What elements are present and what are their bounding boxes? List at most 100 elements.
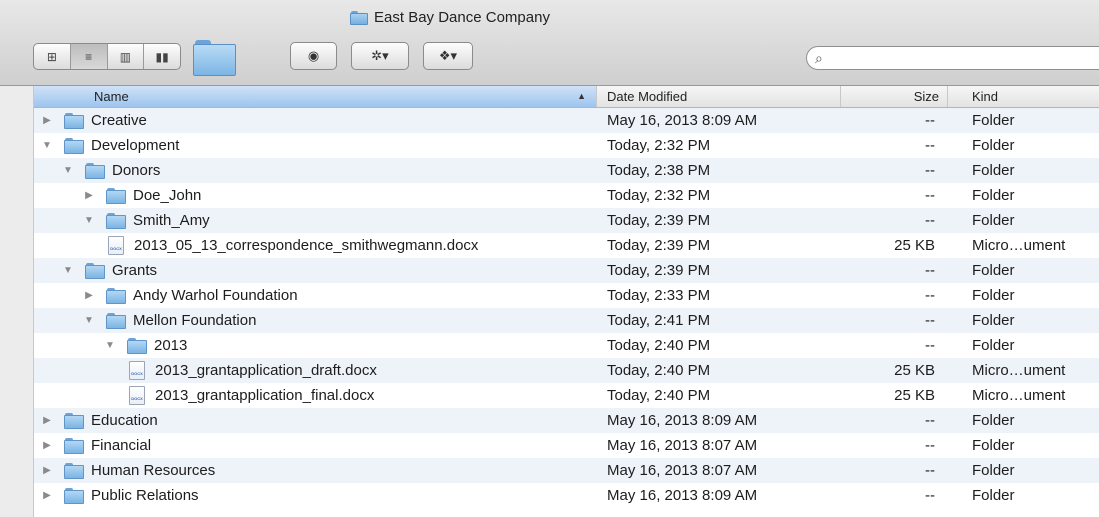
kind-cell: Folder [972,137,1015,154]
folder-icon [106,213,126,229]
size-cell: -- [925,262,935,279]
folder-row[interactable]: ▼ Mellon Foundation Today, 2:41 PM -- Folder [34,308,1099,333]
search-input[interactable] [833,49,1097,69]
file-list: ▶ Creative May 16, 2013 8:09 AM -- Folder ▼ De… [34,108,1099,508]
item-name: Doe_John [133,187,202,204]
disclosure-closed-icon[interactable]: ▶ [41,108,53,133]
search-icon: ⌕ [815,50,823,66]
date-modified-cell: May 16, 2013 8:09 AM [607,412,758,429]
name-cell: ▶ Doe_John [34,183,596,208]
item-name: Education [91,412,158,429]
search-field[interactable]: ⌕ [806,46,1099,70]
kind-cell: Micro…ument [972,387,1066,404]
kind-cell: Folder [972,337,1015,354]
folder-icon [106,313,126,329]
action-menu-button[interactable]: ✲▾ [351,42,409,70]
coverflow-view-button[interactable]: ▮▮ [144,44,180,69]
kind-cell: Folder [972,262,1015,279]
item-name: 2013_grantapplication_final.docx [155,387,375,404]
current-folder-icon[interactable] [193,40,236,76]
size-cell: -- [925,112,935,129]
folder-icon [106,288,126,304]
name-cell: ▶ Creative [34,108,596,133]
grid-icon: ⊞ [46,49,57,64]
name-cell: DOCX 2013_grantapplication_final.docx [34,383,596,408]
sort-ascending-icon: ▲ [577,91,586,101]
folder-icon [85,163,105,179]
disclosure-open-icon[interactable]: ▼ [83,208,95,233]
disclosure-open-icon[interactable]: ▼ [104,333,116,358]
quick-look-button[interactable]: ◉ [290,42,337,70]
date-modified-cell: Today, 2:40 PM [607,362,711,379]
docx-file-icon: DOCX [108,236,124,255]
folder-row[interactable]: ▶ Andy Warhol Foundation Today, 2:33 PM -- F… [34,283,1099,308]
disclosure-closed-icon[interactable]: ▶ [41,458,53,483]
column-header-size[interactable]: Size [841,86,948,107]
folder-icon [127,338,147,354]
disclosure-open-icon[interactable]: ▼ [41,133,53,158]
folder-row[interactable]: ▶ Public Relations May 16, 2013 8:09 AM -- F… [34,483,1099,508]
name-cell: ▶ Public Relations [34,483,596,508]
disclosure-closed-icon[interactable]: ▶ [41,408,53,433]
folder-row[interactable]: ▼ Grants Today, 2:39 PM -- Folder [34,258,1099,283]
date-modified-cell: May 16, 2013 8:09 AM [607,112,758,129]
column-header-date[interactable]: Date Modified [597,86,841,107]
column-header-kind[interactable]: Kind [948,86,1099,107]
kind-cell: Folder [972,437,1015,454]
column-header-size-label: Size [913,89,939,104]
date-modified-cell: May 16, 2013 8:09 AM [607,487,758,504]
folder-row[interactable]: ▼ 2013 Today, 2:40 PM -- Folder [34,333,1099,358]
item-name: Andy Warhol Foundation [133,287,298,304]
kind-cell: Folder [972,162,1015,179]
item-name: 2013 [154,337,188,354]
docx-file-icon: DOCX [129,361,145,380]
kind-cell: Folder [972,212,1015,229]
disclosure-open-icon[interactable]: ▼ [62,158,74,183]
disclosure-open-icon[interactable]: ▼ [83,308,95,333]
dropbox-menu-button[interactable]: ❖▾ [423,42,473,70]
size-cell: -- [925,162,935,179]
dropbox-icon: ❖▾ [438,48,458,63]
name-cell: ▼ Donors [34,158,596,183]
docx-file-icon: DOCX [129,386,145,405]
view-mode-selector: ⊞ ≡ ▥ ▮▮ [33,43,181,70]
column-view-button[interactable]: ▥ [108,44,145,69]
date-modified-cell: May 16, 2013 8:07 AM [607,437,758,454]
folder-icon [64,413,84,429]
folder-row[interactable]: ▶ Financial May 16, 2013 8:07 AM -- Folder [34,433,1099,458]
folder-icon [85,263,105,279]
folder-row[interactable]: ▶ Creative May 16, 2013 8:09 AM -- Folder [34,108,1099,133]
folder-row[interactable]: ▼ Donors Today, 2:38 PM -- Folder [34,158,1099,183]
folder-row[interactable]: ▼ Smith_Amy Today, 2:39 PM -- Folder [34,208,1099,233]
disclosure-closed-icon[interactable]: ▶ [83,283,95,308]
date-modified-cell: Today, 2:39 PM [607,212,711,229]
date-modified-cell: Today, 2:39 PM [607,237,711,254]
disclosure-open-icon[interactable]: ▼ [62,258,74,283]
item-name: Creative [91,112,147,129]
disclosure-closed-icon[interactable]: ▶ [83,183,95,208]
name-cell: DOCX 2013_05_13_correspondence_smithwegma… [34,233,596,258]
folder-row[interactable]: ▶ Doe_John Today, 2:32 PM -- Folder [34,183,1099,208]
item-name: Development [91,137,180,154]
file-row[interactable]: DOCX 2013_grantapplication_draft.docx Toda… [34,358,1099,383]
icon-view-button[interactable]: ⊞ [34,44,71,69]
column-header-name-label: Name [94,89,129,104]
disclosure-closed-icon[interactable]: ▶ [41,483,53,508]
date-modified-cell: Today, 2:38 PM [607,162,711,179]
folder-row[interactable]: ▶ Education May 16, 2013 8:09 AM -- Folder [34,408,1099,433]
size-cell: -- [925,212,935,229]
size-cell: -- [925,137,935,154]
list-view-button[interactable]: ≡ [70,44,108,69]
disclosure-closed-icon[interactable]: ▶ [41,433,53,458]
kind-cell: Folder [972,187,1015,204]
file-row[interactable]: DOCX 2013_05_13_correspondence_smithwegma… [34,233,1099,258]
eye-icon: ◉ [307,48,320,63]
folder-row[interactable]: ▼ Development Today, 2:32 PM -- Folder [34,133,1099,158]
column-header-name[interactable]: Name ▲ [34,86,597,107]
file-row[interactable]: DOCX 2013_grantapplication_final.docx Toda… [34,383,1099,408]
folder-row[interactable]: ▶ Human Resources May 16, 2013 8:07 AM -- Fo… [34,458,1099,483]
size-cell: -- [925,187,935,204]
coverflow-icon: ▮▮ [155,49,169,64]
docx-badge: DOCX [131,396,143,401]
item-name: Public Relations [91,487,199,504]
